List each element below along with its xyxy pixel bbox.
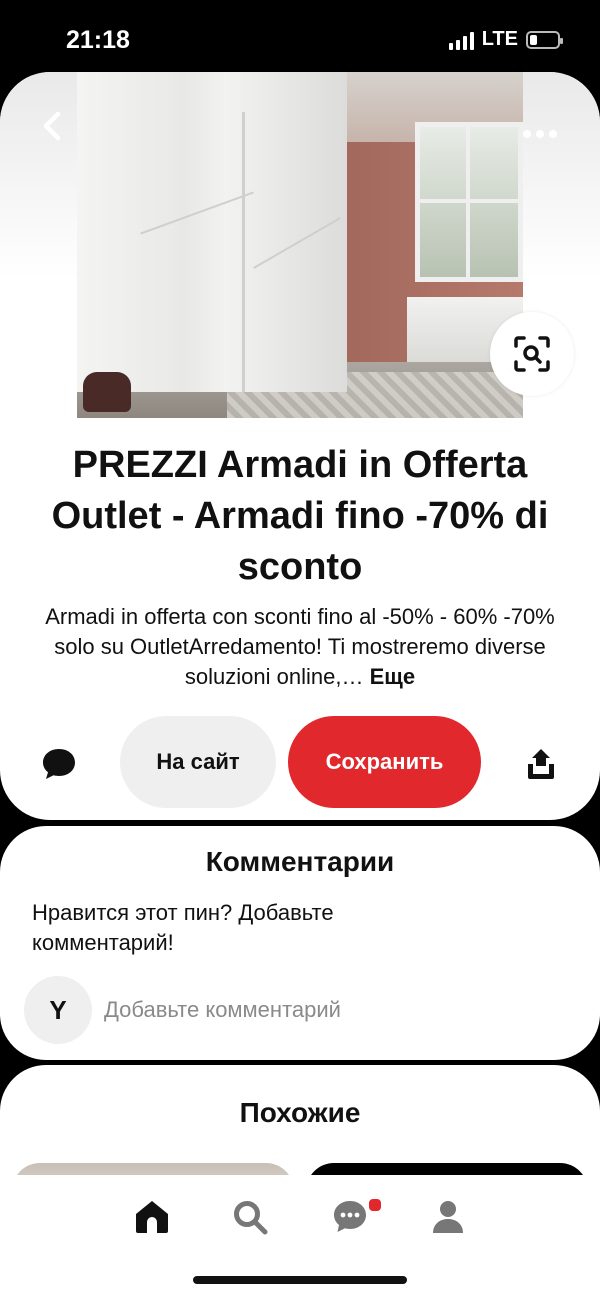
status-indicators: LTE	[448, 28, 563, 51]
bottom-nav	[0, 1175, 600, 1297]
signal-icon	[448, 30, 474, 50]
read-more-link[interactable]: Еще	[370, 664, 415, 689]
comments-title: Комментарии	[205, 846, 395, 877]
pin-card: PREZZI Armadi in Offerta Outlet - Armadi…	[0, 72, 600, 820]
visit-site-button[interactable]: На сайт	[120, 716, 276, 808]
pin-actions: На сайт Сохранить	[0, 716, 600, 808]
pin-image[interactable]	[77, 72, 523, 418]
save-button[interactable]: Сохранить	[288, 716, 481, 808]
speech-bubble-icon	[43, 749, 75, 779]
pin-title: PREZZI Armadi in Offerta Outlet - Armadi…	[51, 444, 549, 588]
nav-profile[interactable]	[420, 1189, 476, 1245]
avatar: Y	[24, 976, 92, 1044]
status-bar: 21:18 LTE	[0, 0, 600, 78]
more-horizontal-icon	[523, 130, 557, 138]
nav-home[interactable]	[124, 1189, 180, 1245]
home-icon	[136, 1201, 168, 1233]
chevron-left-icon	[43, 111, 61, 141]
share-upload-icon	[528, 749, 554, 779]
status-time: 21:18	[66, 26, 130, 54]
profile-icon	[433, 1201, 463, 1233]
home-indicator	[193, 1276, 407, 1284]
similar-title: Похожие	[239, 1097, 361, 1128]
visual-search-button[interactable]	[490, 312, 574, 396]
comments-prompt: Нравится этот пин? Добавьте комментарий!	[32, 900, 334, 955]
search-icon	[234, 1201, 268, 1235]
messages-icon	[334, 1201, 366, 1232]
network-type: LTE	[481, 28, 518, 50]
nav-messages[interactable]	[322, 1189, 383, 1245]
share-button[interactable]	[523, 746, 559, 782]
pin-description: Armadi in offerta con sconti fino al -50…	[28, 602, 572, 692]
comments-section: Комментарии Нравится этот пин? Добавьте …	[0, 826, 600, 1060]
pin-description-text: Armadi in offerta con sconti fino al -50…	[45, 604, 555, 689]
back-button[interactable]	[32, 106, 72, 146]
visual-search-icon	[514, 336, 550, 372]
notification-badge	[367, 1197, 383, 1213]
nav-search[interactable]	[222, 1189, 278, 1245]
battery-icon	[526, 30, 563, 49]
more-options-button[interactable]	[518, 122, 562, 146]
comment-input[interactable]	[104, 992, 544, 1028]
comment-button[interactable]	[40, 746, 78, 782]
